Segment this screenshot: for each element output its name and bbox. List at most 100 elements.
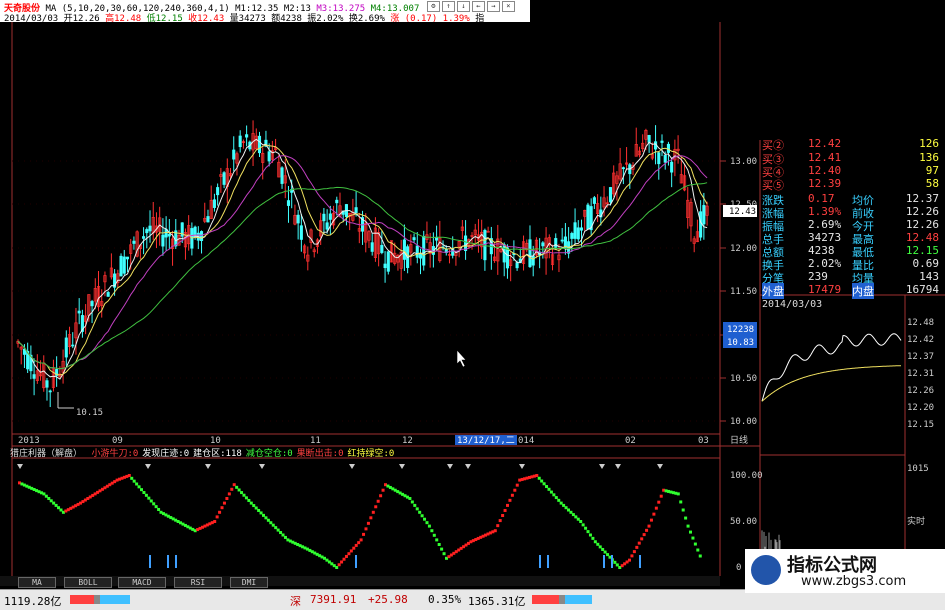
quote-buy-top-vol: 126 [919, 137, 939, 150]
ind-tick-100: 100.00 [730, 471, 763, 481]
tab-dmi[interactable]: DMI [230, 577, 268, 588]
time-label-2013: 2013 [18, 436, 40, 446]
quote-buy-vol: 58 [925, 177, 939, 190]
current-price-label: 12.43 [729, 207, 756, 217]
quote-buy-top-price: 12.42 [808, 137, 842, 150]
quote-stat-row: 振幅 2.69% 今开 12.26 [760, 218, 943, 233]
quote-stat-row: 换手 2.02% 量比 0.69 [760, 257, 943, 272]
status-index: 7391.91 [310, 593, 357, 606]
quote-stat-value-2: 16794 [905, 283, 939, 296]
quote-buy-price: 12.39 [808, 177, 842, 190]
quote-buy-row: 买⑤ 12.39 58 [760, 177, 943, 192]
quote-stat-row: 涨跌 0.17 均价 12.37 [760, 192, 943, 207]
indicator-item: 建仓区:118 [193, 449, 242, 459]
ind-tick-50: 50.00 [730, 517, 757, 527]
price-tick: 13.00 [730, 157, 757, 167]
intraday-price-ticks: 12.48 12.42 12.37 12.31 12.26 12.20 12.15 [907, 318, 934, 430]
ind-tick-0: 0 [736, 563, 741, 573]
price-tick: 10.00 [730, 417, 757, 427]
mouse-pointer-icon [456, 349, 467, 368]
indicator-name[interactable]: 猎庄利器（解盘） [10, 449, 82, 459]
price-axis-ticks: 13.0012.5012.0011.5011.0010.5010.00 [720, 157, 757, 427]
watermark-logo-icon [751, 555, 781, 585]
time-label-12: 12 [402, 436, 413, 446]
quote-stat-row: 外盘 17479 内盘 16794 [760, 283, 943, 299]
status-pct: 0.35% [428, 593, 462, 606]
indicator-items: 小游牛刀:0 发现庄迹:0 建仓区:118 减仓空仓:0 果断出击:0 红持绿空:0 [91, 449, 398, 459]
price-tick: 11.50 [730, 287, 757, 297]
crosshair-flag-bottom: 10.83 [727, 338, 754, 348]
indicator-item: 减仓空仓:0 [245, 449, 293, 459]
quote-stat-row: 总额 4238 最低 12.15 [760, 244, 943, 259]
quote-stat-value: 239 [808, 270, 828, 283]
quote-buy-price: 12.40 [808, 164, 842, 177]
quote-stat-value-2: 143 [919, 270, 939, 283]
status-market: 深 [290, 595, 301, 608]
status-amount: 1119.28亿 [4, 595, 62, 608]
time-cursor-label: 13/12/17,二 [457, 436, 515, 446]
quote-stat-value-2: 12.26 [905, 218, 939, 231]
quote-buy-label: 买⑤ [762, 179, 784, 192]
status-turnover: 1365.31亿 [468, 595, 526, 608]
price-tick: 10.50 [730, 374, 757, 384]
quote-stat-row: 分笔 239 均量 143 [760, 270, 943, 285]
time-label-2014: 014 [518, 436, 534, 446]
tab-boll[interactable]: BOLL [64, 577, 112, 588]
time-label-03: 03 [698, 436, 709, 446]
intraday-price-tick: 12.15 [907, 420, 934, 430]
indicator-item: 小游牛刀:0 [91, 449, 139, 459]
intraday-price-tick: 12.42 [907, 335, 934, 345]
quote-stat-value: 17479 [808, 283, 842, 296]
quote-stat-value-2: 12.26 [905, 205, 939, 218]
indicator-legend: 猎庄利器（解盘） 小游牛刀:0 发现庄迹:0 建仓区:118 减仓空仓:0 果断出击:0… [10, 446, 710, 459]
price-tick: 12.00 [730, 244, 757, 254]
time-label-09: 09 [112, 436, 123, 446]
indicator-series [17, 464, 702, 569]
intraday-price-tick: 12.31 [907, 369, 934, 379]
quote-buy-top: 买② 12.42 126 [760, 137, 943, 152]
price-grid [12, 160, 720, 422]
time-label-10: 10 [210, 436, 221, 446]
quote-stat-value: 1.39% [808, 205, 842, 218]
status-strength-bar-2 [532, 595, 592, 604]
intraday-price-tick: 12.37 [907, 352, 934, 362]
low-marker-label: 10.15 [76, 408, 103, 418]
quote-stat-value-2: 0.69 [912, 257, 940, 270]
tab-rsi[interactable]: RSI [174, 577, 222, 588]
tab-macd[interactable]: MACD [118, 577, 166, 588]
indicator-item: 红持绿空:0 [347, 449, 395, 459]
intraday-chart [761, 333, 902, 572]
quote-stat-value: 34273 [808, 231, 842, 244]
time-label-02: 02 [625, 436, 636, 446]
indicator-item: 果断出击:0 [296, 449, 344, 459]
status-strength-bar [70, 595, 130, 604]
period-label[interactable]: 日线 [730, 434, 748, 446]
quote-stat-label-2: 内盘 [852, 283, 874, 299]
intraday-price-tick: 12.26 [907, 386, 934, 396]
candlestick-series [16, 120, 709, 408]
quote-stat-value: 2.02% [808, 257, 842, 270]
quote-stat-value-2: 12.37 [905, 192, 939, 205]
quote-buy-vol: 97 [925, 164, 939, 177]
quote-stat-value: 0.17 [808, 192, 835, 205]
status-change: +25.98 [368, 593, 408, 606]
watermark-url: www.zbgs3.com [801, 574, 907, 589]
quote-stat-value: 4238 [808, 244, 835, 257]
quote-buy-price: 12.41 [808, 151, 842, 164]
tab-ma[interactable]: MA [18, 577, 56, 588]
quote-stat-value-2: 12.15 [905, 244, 939, 257]
intraday-realtime-label: 实时 [907, 515, 925, 527]
quote-buy-vol: 136 [919, 151, 939, 164]
quote-buy-row: 买③ 12.41 136 [760, 151, 943, 166]
indicator-item: 发现庄迹:0 [142, 449, 190, 459]
quote-stat-row: 涨幅 1.39% 前收 12.26 [760, 205, 943, 220]
intraday-date: 2014/03/03 [762, 299, 823, 310]
quote-stat-label: 外盘 [762, 283, 784, 299]
quote-stat-value: 2.69% [808, 218, 842, 231]
time-label-11: 11 [310, 436, 321, 446]
quote-stat-row: 总手 34273 最高 12.48 [760, 231, 943, 246]
intraday-price-tick: 12.20 [907, 403, 934, 413]
crosshair-flag-top: 12238 [727, 325, 754, 335]
quote-panel: 买② 12.42 126 买③ 12.41 136 买④ 12.40 97 买⑤ 12.39 5… [760, 137, 943, 300]
quote-buy-row: 买④ 12.40 97 [760, 164, 943, 179]
